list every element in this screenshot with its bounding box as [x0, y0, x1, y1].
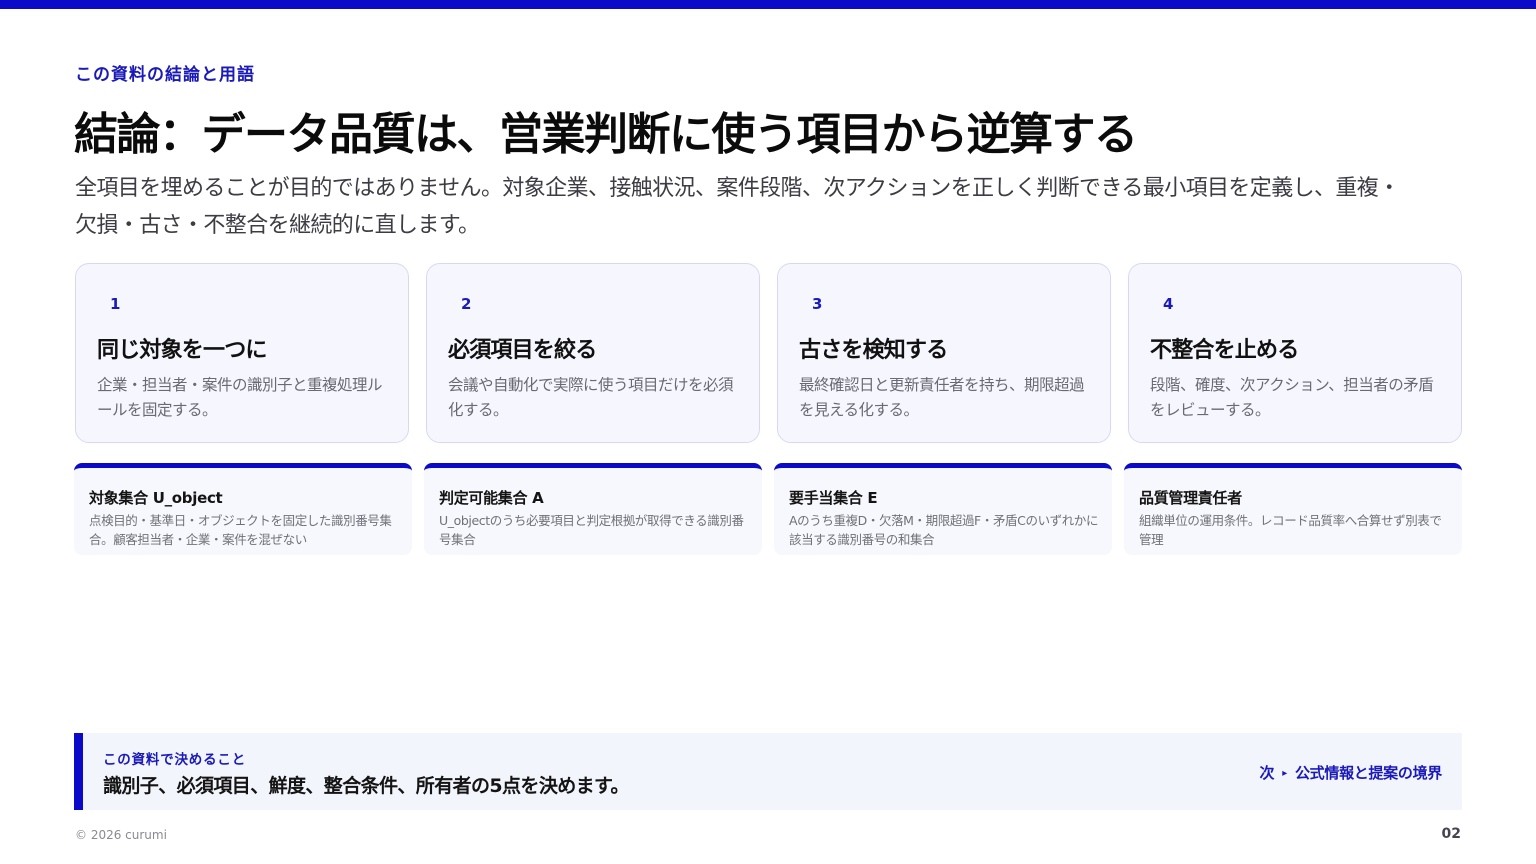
principle-card: 1 同じ対象を一つに 企業・担当者・案件の識別子と重複処理ルールを固定する。: [75, 263, 409, 443]
top-accent-bar: [0, 0, 1536, 9]
decision-callout: この資料で決めること 識別子、必須項目、鮮度、整合条件、所有者の5点を決めます。…: [74, 733, 1462, 810]
decision-label: この資料で決めること: [103, 752, 246, 768]
principle-card: 2 必須項目を絞る 会議や自動化で実際に使う項目だけを必須化する。: [426, 263, 760, 443]
triangle-right-icon: ▸: [1282, 768, 1287, 779]
definition-term: 要手当集合 E: [789, 489, 878, 507]
definition-term: 判定可能集合 A: [439, 489, 544, 507]
definition-term: 品質管理責任者: [1139, 489, 1242, 507]
card-title: 不整合を止める: [1150, 338, 1299, 363]
definition-card: 品質管理責任者 組織単位の運用条件。レコード品質率へ合算せず別表で管理: [1124, 463, 1462, 555]
lead-text: 全項目を埋めることが目的ではありません。対象企業、接触状況、案件段階、次アクショ…: [75, 176, 1400, 238]
copyright: © 2026 curumi: [75, 828, 167, 842]
card-description: 最終確認日と更新責任者を持ち、期限超過を見える化する。: [799, 376, 1085, 419]
card-number: 3: [812, 295, 823, 313]
definition-description: U_objectのうち必要項目と判定根拠が取得できる識別番号集合: [439, 513, 744, 547]
definition-card: 要手当集合 E Aのうち重複D・欠落M・期限超過F・矛盾Cのいずれかに該当する識…: [774, 463, 1112, 555]
definition-card: 判定可能集合 A U_objectのうち必要項目と判定根拠が取得できる識別番号集…: [424, 463, 762, 555]
card-description: 企業・担当者・案件の識別子と重複処理ルールを固定する。: [97, 376, 383, 419]
definition-description: Aのうち重複D・欠落M・期限超過F・矛盾Cのいずれかに該当する識別番号の和集合: [789, 513, 1099, 547]
definition-description: 点検目的・基準日・オブジェクトを固定した識別番号集合。顧客担当者・企業・案件を混…: [89, 513, 392, 547]
card-title: 同じ対象を一つに: [97, 338, 267, 363]
principle-cards: 1 同じ対象を一つに 企業・担当者・案件の識別子と重複処理ルールを固定する。 2…: [75, 263, 1462, 444]
card-title: 必須項目を絞る: [448, 338, 597, 363]
slide: この資料の結論と用語 結論：データ品質は、営業判断に使う項目から逆算する 全項目…: [0, 0, 1536, 864]
next-prefix: 次: [1259, 764, 1275, 782]
principle-card: 3 古さを検知する 最終確認日と更新責任者を持ち、期限超過を見える化する。: [777, 263, 1111, 443]
page-title: 結論：データ品質は、営業判断に使う項目から逆算する: [74, 109, 1138, 160]
card-title: 古さを検知する: [799, 338, 948, 363]
card-description: 会議や自動化で実際に使う項目だけを必須化する。: [448, 376, 734, 419]
definition-term: 対象集合 U_object: [89, 489, 223, 507]
next-section-link[interactable]: 次 ▸ 公式情報と提案の境界: [1259, 762, 1443, 783]
card-description: 段階、確度、次アクション、担当者の矛盾をレビューする。: [1150, 376, 1434, 419]
card-number: 2: [461, 295, 472, 313]
term-definitions: 対象集合 U_object 点検目的・基準日・オブジェクトを固定した識別番号集合…: [74, 463, 1462, 556]
next-section-label: 公式情報と提案の境界: [1294, 764, 1442, 782]
definition-description: 組織単位の運用条件。レコード品質率へ合算せず別表で管理: [1139, 513, 1442, 547]
card-number: 4: [1163, 295, 1174, 313]
card-number: 1: [110, 295, 121, 313]
decision-text: 識別子、必須項目、鮮度、整合条件、所有者の5点を決めます。: [103, 775, 630, 797]
page-number: 02: [1441, 826, 1461, 842]
eyebrow-label: この資料の結論と用語: [75, 65, 255, 85]
definition-card: 対象集合 U_object 点検目的・基準日・オブジェクトを固定した識別番号集合…: [74, 463, 412, 555]
principle-card: 4 不整合を止める 段階、確度、次アクション、担当者の矛盾をレビューする。: [1128, 263, 1462, 443]
